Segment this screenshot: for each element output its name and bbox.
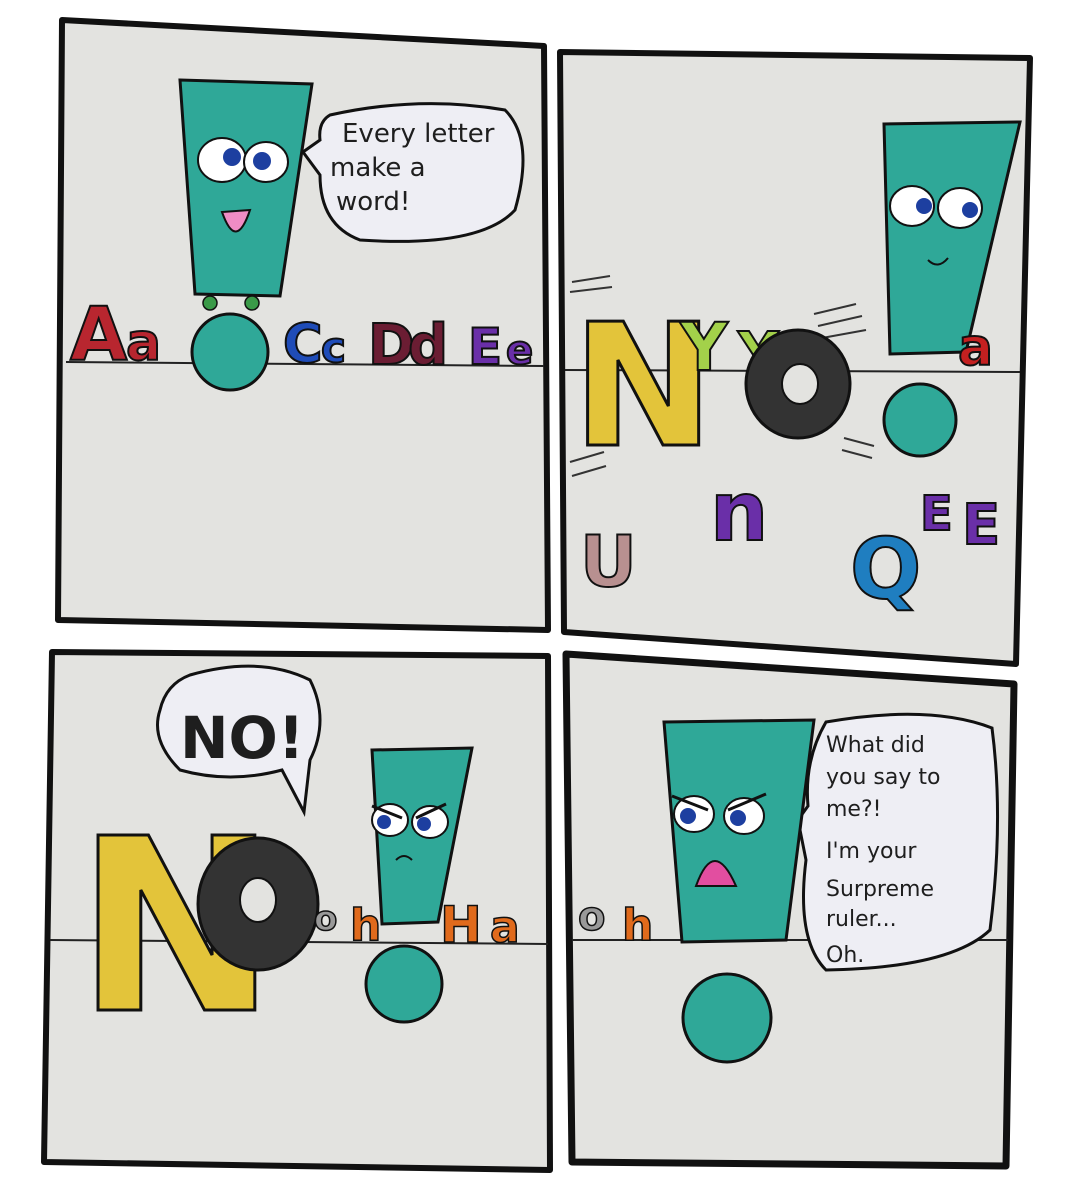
- comic-strip: Every letter make a word! A a C c D d E …: [41, 17, 1033, 1173]
- letter-E: E: [920, 486, 953, 542]
- panel-2: N Y Y a U n Q E E: [557, 49, 1033, 667]
- letter-A: A: [70, 292, 127, 378]
- letter-h: h: [622, 900, 653, 951]
- letter-e: e: [506, 328, 533, 374]
- letter-E: E: [962, 493, 1000, 558]
- speech-bubble-4: What did you say to me?! I'm your Surpre…: [796, 712, 1000, 972]
- letter-a: a: [126, 313, 161, 373]
- speech-line: NO!: [180, 704, 304, 772]
- speech-line: me?!: [826, 797, 881, 822]
- speech-line: I'm your: [826, 839, 917, 864]
- letter-o: o: [578, 894, 605, 940]
- panel-1: Every letter make a word! A a C c D d E …: [55, 17, 551, 633]
- letter-n: n: [710, 465, 768, 560]
- letter-d: d: [408, 313, 448, 378]
- panel-3: NO! N o h H a: [41, 649, 553, 1173]
- letter-c: c: [321, 323, 346, 372]
- letter-a: a: [958, 318, 993, 378]
- letter-o: o: [314, 899, 337, 939]
- speech-bubble-1: Every letter make a word!: [300, 102, 525, 243]
- speech-line: make a: [330, 153, 426, 183]
- letter-E: E: [468, 318, 502, 376]
- letter-H: H: [440, 896, 482, 954]
- letter-Y: Y: [679, 309, 729, 386]
- letter-a: a: [490, 902, 520, 953]
- letter-C: C: [283, 312, 323, 375]
- letter-h: h: [350, 900, 381, 951]
- letter-Q: Q: [850, 520, 921, 618]
- speech-line: Every letter: [342, 119, 495, 149]
- speech-line: ruler...: [826, 907, 897, 932]
- panel-4: What did you say to me?! I'm your Surpre…: [562, 650, 1018, 1170]
- speech-line: Surpreme: [826, 877, 934, 902]
- speech-line: Oh.: [826, 943, 864, 968]
- speech-line: What did: [826, 733, 925, 758]
- speech-line: word!: [336, 187, 410, 217]
- letter-U: U: [580, 521, 637, 603]
- speech-line: you say to: [826, 765, 940, 790]
